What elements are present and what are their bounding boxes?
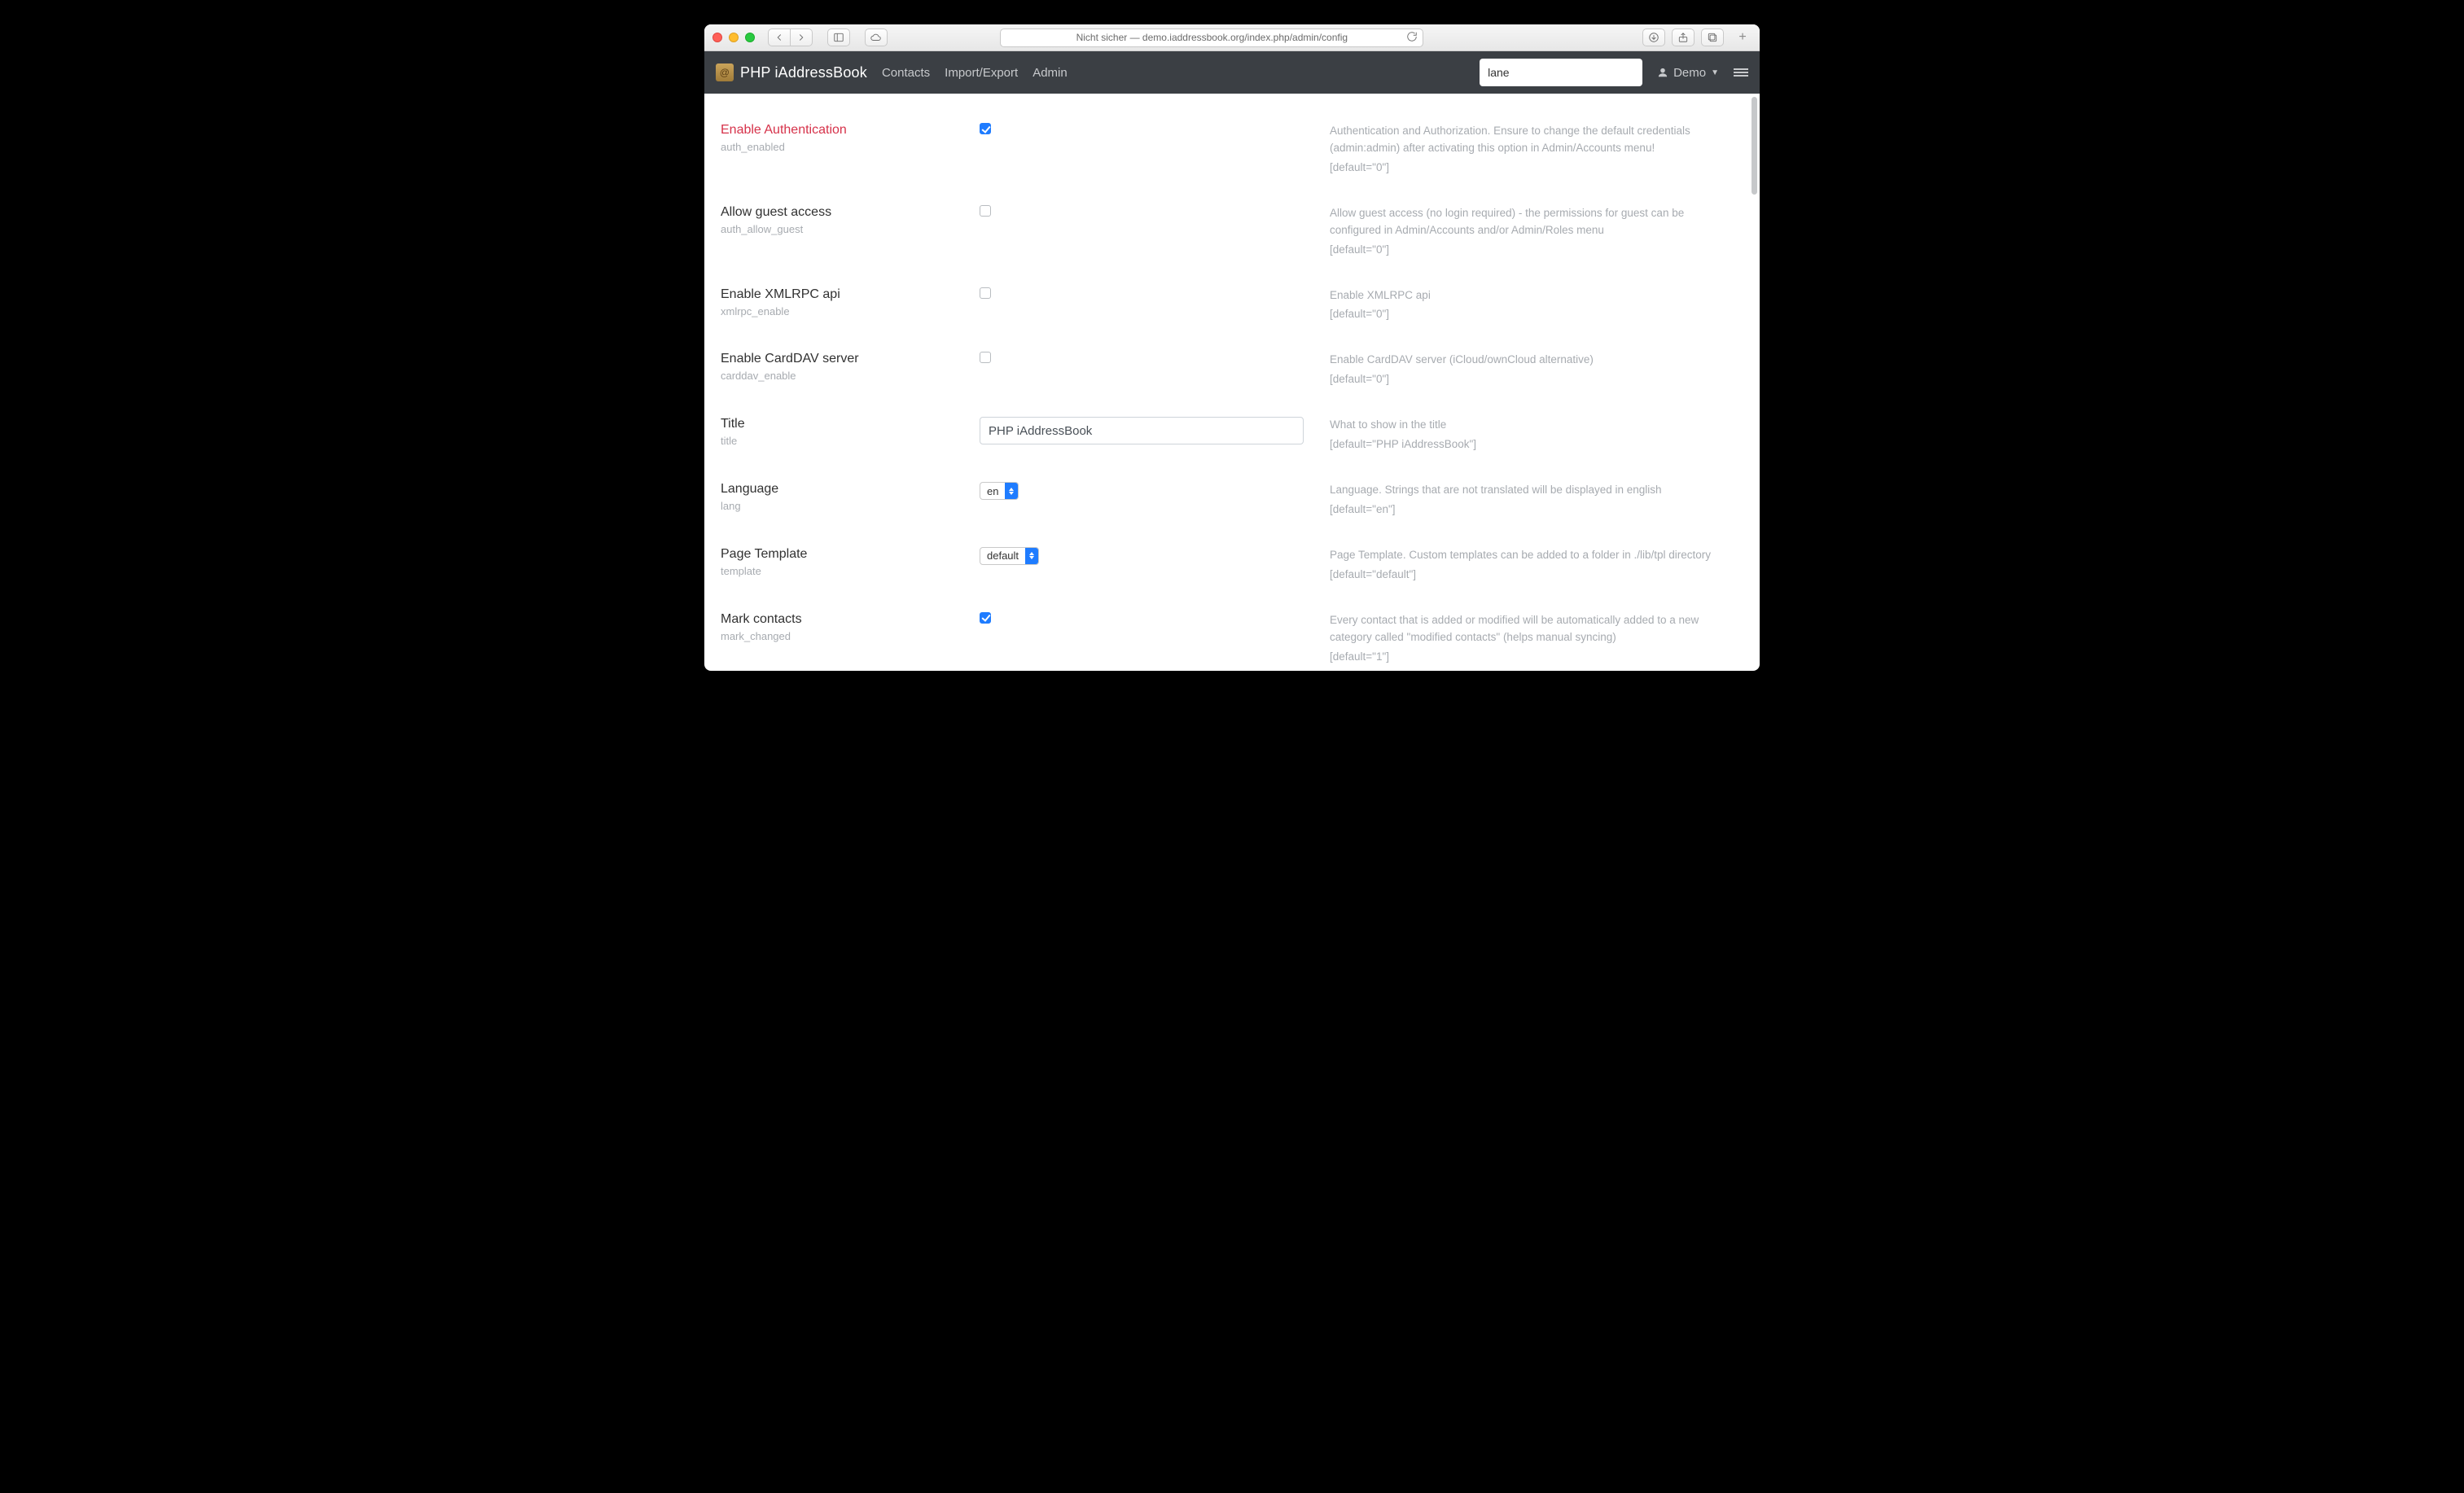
select-template[interactable]: default: [980, 547, 1039, 565]
help-line: [default="en"]: [1330, 501, 1737, 519]
help-line: Allow guest access (no login required) -…: [1330, 205, 1737, 239]
config-help: Page Template. Custom templates can be a…: [1330, 547, 1745, 586]
forward-button[interactable]: [791, 28, 813, 46]
config-help: What to show in the title [default="PHP i…: [1330, 417, 1745, 456]
list-icon[interactable]: [1734, 67, 1748, 78]
select-arrows-icon: [1005, 483, 1018, 499]
config-key: xmlrpc_enable: [721, 305, 980, 317]
config-key: title: [721, 435, 980, 447]
config-label: Allow guest access: [721, 205, 980, 220]
window-minimize-button[interactable]: [729, 33, 739, 42]
config-label: Page Template: [721, 547, 980, 562]
config-key: mark_changed: [721, 630, 980, 642]
brand-title: PHP iAddressBook: [740, 64, 867, 81]
checkbox-xmlrpc_enable[interactable]: [980, 287, 991, 299]
config-row-title: Title title What to show in the title [defa…: [719, 407, 1745, 472]
nav-link-contacts[interactable]: Contacts: [882, 66, 930, 80]
cloud-button[interactable]: [865, 28, 888, 46]
config-help: Language. Strings that are not translate…: [1330, 482, 1745, 521]
config-help: Enable CardDAV server (iCloud/ownCloud a…: [1330, 352, 1745, 391]
config-row-template: Page Template templatedefault Page Templat…: [719, 537, 1745, 602]
select-value: default: [980, 548, 1025, 564]
user-menu[interactable]: Demo ▼: [1657, 66, 1719, 80]
config-label: Language: [721, 482, 980, 497]
nav-links: Contacts Import/Export Admin: [882, 66, 1068, 80]
user-icon: [1657, 67, 1668, 78]
help-line: [default="0"]: [1330, 306, 1737, 323]
help-line: [default="default"]: [1330, 567, 1737, 584]
help-line: Enable XMLRPC api: [1330, 287, 1737, 304]
checkbox-carddav_enable[interactable]: [980, 352, 991, 363]
config-help: Allow guest access (no login required) -…: [1330, 205, 1745, 261]
back-button[interactable]: [768, 28, 791, 46]
help-line: Page Template. Custom templates can be a…: [1330, 547, 1737, 564]
help-line: Authentication and Authorization. Ensure…: [1330, 123, 1737, 157]
sidebar-toggle-button[interactable]: [827, 28, 850, 46]
help-line: [default="1"]: [1330, 649, 1737, 666]
checkbox-mark_changed[interactable]: [980, 612, 991, 624]
reload-icon[interactable]: [1406, 31, 1418, 45]
nav-link-import-export[interactable]: Import/Export: [945, 66, 1018, 80]
browser-toolbar: Nicht sicher — demo.iaddressbook.org/ind…: [704, 24, 1760, 51]
config-content: Enable Authentication auth_enabled Authent…: [704, 94, 1760, 671]
config-row-lang: Language langen Language. Strings that are…: [719, 472, 1745, 537]
nav-back-forward: [768, 28, 813, 46]
browser-window: Nicht sicher — demo.iaddressbook.org/ind…: [704, 24, 1760, 671]
config-row-carddav_enable: Enable CardDAV server carddav_enable Enabl…: [719, 342, 1745, 407]
config-row-xmlrpc_enable: Enable XMLRPC api xmlrpc_enable Enable XML…: [719, 278, 1745, 343]
help-line: Language. Strings that are not translate…: [1330, 482, 1737, 499]
downloads-button[interactable]: [1642, 28, 1665, 46]
config-row-auth_enabled: Enable Authentication auth_enabled Authent…: [719, 113, 1745, 195]
window-close-button[interactable]: [712, 33, 722, 42]
config-label: Enable CardDAV server: [721, 352, 980, 366]
address-bar-text: Nicht sicher — demo.iaddressbook.org/ind…: [1076, 32, 1348, 43]
search-input[interactable]: [1480, 59, 1642, 86]
help-line: [default="0"]: [1330, 371, 1737, 388]
select-value: en: [980, 483, 1005, 499]
select-arrows-icon: [1025, 548, 1038, 564]
address-bar[interactable]: Nicht sicher — demo.iaddressbook.org/ind…: [1000, 28, 1423, 47]
brand[interactable]: PHP iAddressBook: [716, 63, 867, 81]
help-line: Enable CardDAV server (iCloud/ownCloud a…: [1330, 352, 1737, 369]
config-key: template: [721, 565, 980, 577]
config-label: Title: [721, 417, 980, 431]
help-line: What to show in the title: [1330, 417, 1737, 434]
new-tab-button[interactable]: +: [1734, 30, 1752, 45]
config-row-mark_changed: Mark contacts mark_changed Every contact t…: [719, 602, 1745, 671]
config-key: carddav_enable: [721, 370, 980, 382]
brand-logo-icon: [716, 63, 734, 81]
config-key: auth_enabled: [721, 141, 980, 153]
config-label: Enable XMLRPC api: [721, 287, 980, 302]
chevron-down-icon: ▼: [1711, 68, 1719, 77]
config-label: Enable Authentication: [721, 123, 980, 138]
config-help: Authentication and Authorization. Ensure…: [1330, 123, 1745, 179]
scrollbar[interactable]: [1748, 94, 1760, 671]
user-label: Demo: [1673, 66, 1706, 80]
scrollbar-thumb[interactable]: [1752, 97, 1757, 195]
share-button[interactable]: [1672, 28, 1695, 46]
help-line: Every contact that is added or modified …: [1330, 612, 1737, 646]
config-help: Enable XMLRPC api [default="0"]: [1330, 287, 1745, 326]
text-input-title[interactable]: [980, 417, 1304, 444]
window-maximize-button[interactable]: [745, 33, 755, 42]
tabs-button[interactable]: [1701, 28, 1724, 46]
checkbox-auth_enabled[interactable]: [980, 123, 991, 134]
config-key: auth_allow_guest: [721, 223, 980, 235]
checkbox-auth_allow_guest[interactable]: [980, 205, 991, 217]
config-row-auth_allow_guest: Allow guest access auth_allow_guest Allow …: [719, 195, 1745, 278]
config-help: Every contact that is added or modified …: [1330, 612, 1745, 668]
help-line: [default="PHP iAddressBook"]: [1330, 436, 1737, 453]
help-line: [default="0"]: [1330, 160, 1737, 177]
config-label: Mark contacts: [721, 612, 980, 627]
help-line: [default="0"]: [1330, 242, 1737, 259]
nav-link-admin[interactable]: Admin: [1033, 66, 1068, 80]
config-key: lang: [721, 500, 980, 512]
select-lang[interactable]: en: [980, 482, 1019, 500]
app-navbar: PHP iAddressBook Contacts Import/Export …: [704, 51, 1760, 94]
window-controls: [712, 33, 755, 42]
